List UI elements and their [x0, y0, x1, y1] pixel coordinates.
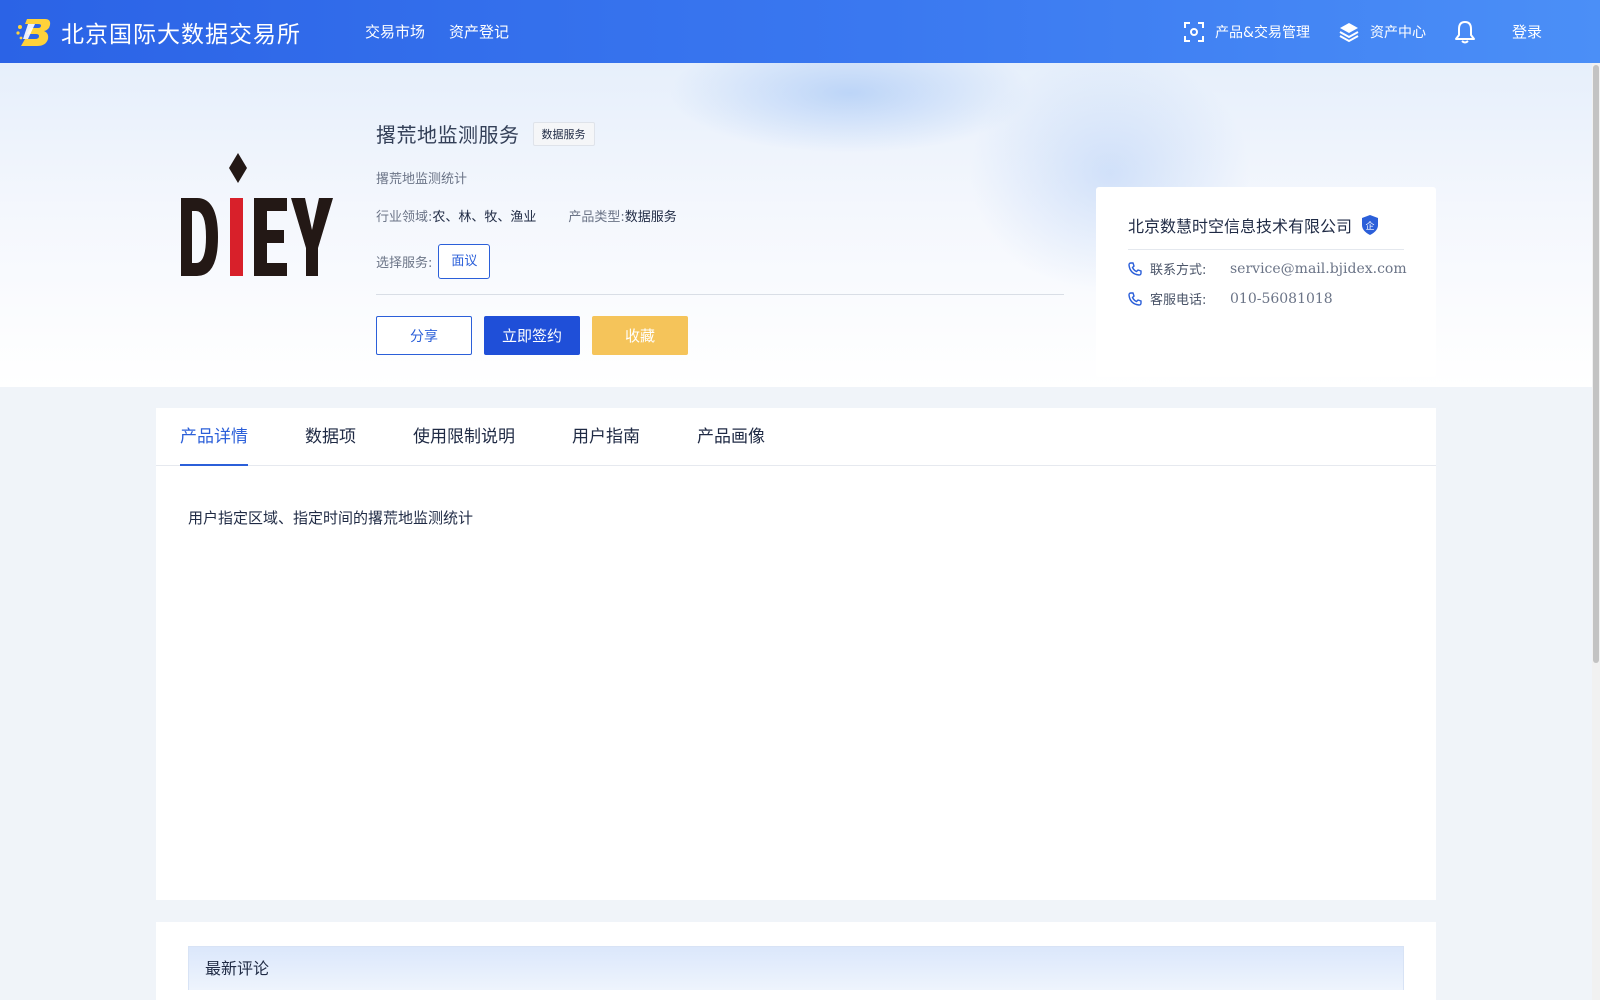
tab-product-details[interactable]: 产品详情 — [180, 408, 248, 466]
product-header: 撂荒地监测服务 数据服务 撂荒地监测统计 行业领域:农、林、牧、渔业 产品类型:… — [0, 63, 1600, 387]
service-label: 选择服务: — [376, 256, 433, 271]
contact-phone-row: 客服电话: 010-56081018 — [1128, 289, 1333, 308]
favorite-button[interactable]: 收藏 — [592, 316, 688, 355]
tab-user-guide[interactable]: 用户指南 — [572, 408, 640, 466]
asset-center-link[interactable]: 资产中心 — [1338, 21, 1426, 43]
phone-icon — [1128, 261, 1142, 276]
bell-icon — [1454, 20, 1475, 43]
scrollbar-thumb[interactable] — [1593, 65, 1599, 663]
industry-value: 农、林、牧、渔业 — [432, 210, 537, 225]
seller-card: 北京数慧时空信息技术有限公司 企 联系方式: service@mail.bjid… — [1096, 187, 1436, 377]
tab-usage-restrictions[interactable]: 使用限制说明 — [413, 408, 515, 466]
enterprise-badge-text: 企 — [1366, 220, 1375, 232]
product-title-row: 撂荒地监测服务 数据服务 — [376, 119, 1066, 148]
top-right-actions: 产品&交易管理 资产中心 登录 — [1183, 0, 1600, 63]
detail-tabs: 产品详情 数据项 使用限制说明 用户指南 产品画像 — [156, 408, 1436, 466]
product-title: 撂荒地监测服务 — [376, 123, 520, 147]
service-selector: 选择服务: 面议 — [376, 244, 1066, 279]
contact-label: 联系方式: — [1150, 263, 1207, 278]
product-logo — [181, 153, 333, 276]
product-trade-mgmt-label: 产品&交易管理 — [1215, 24, 1310, 41]
contact-email: service@mail.bjidex.com — [1230, 260, 1407, 277]
product-description: 用户指定区域、指定时间的撂荒地监测统计 — [188, 509, 474, 527]
product-type-label: 产品类型: — [568, 210, 625, 225]
top-navigation-bar: 北京国际大数据交易所 交易市场 资产登记 产品&交易管理 资产中心 登录 — [0, 0, 1600, 63]
comments-section: 最新评论 — [156, 922, 1436, 1000]
phone-label: 客服电话: — [1150, 293, 1207, 308]
product-trade-mgmt-link[interactable]: 产品&交易管理 — [1183, 21, 1310, 43]
product-type-field: 产品类型:数据服务 — [568, 206, 676, 225]
product-detail-panel: 产品详情 数据项 使用限制说明 用户指南 产品画像 用户指定区域、指定时间的撂荒… — [156, 408, 1436, 900]
service-option-negotiable[interactable]: 面议 — [438, 244, 491, 279]
nav-link-asset-registration[interactable]: 资产登记 — [449, 21, 509, 42]
login-link[interactable]: 登录 — [1512, 21, 1542, 42]
phone-number: 010-56081018 — [1230, 290, 1333, 307]
brand-name: 北京国际大数据交易所 — [61, 21, 301, 48]
enterprise-verified-icon: 企 — [1362, 215, 1379, 235]
tab-data-items[interactable]: 数据项 — [305, 408, 356, 466]
share-button[interactable]: 分享 — [376, 316, 472, 355]
divider — [376, 294, 1064, 295]
notification-button[interactable] — [1454, 20, 1476, 44]
layers-icon — [1339, 22, 1359, 42]
brand[interactable]: 北京国际大数据交易所 — [15, 0, 301, 63]
product-meta: 行业领域:农、林、牧、渔业 产品类型:数据服务 — [376, 206, 1066, 225]
asset-center-label: 资产中心 — [1369, 24, 1426, 41]
phone-icon — [1128, 291, 1142, 306]
product-subtitle: 撂荒地监测统计 — [376, 172, 468, 187]
seller-name[interactable]: 北京数慧时空信息技术有限公司 — [1128, 213, 1352, 237]
scan-focus-icon — [1184, 21, 1205, 42]
divider — [1128, 249, 1404, 250]
main-nav: 交易市场 资产登记 — [365, 21, 533, 42]
bjidex-logo-icon — [16, 18, 51, 46]
page-scrollbar[interactable] — [1592, 63, 1600, 1000]
nav-link-market[interactable]: 交易市场 — [365, 21, 425, 42]
industry-field: 行业领域:农、林、牧、渔业 — [376, 206, 536, 225]
seller-name-row: 北京数慧时空信息技术有限公司 企 — [1128, 213, 1379, 237]
product-actions: 分享 立即签约 收藏 — [376, 316, 700, 355]
comments-title: 最新评论 — [188, 946, 1404, 990]
sign-now-button[interactable]: 立即签约 — [484, 316, 580, 355]
product-type-tag: 数据服务 — [532, 121, 595, 146]
product-info: 撂荒地监测服务 数据服务 撂荒地监测统计 行业领域:农、林、牧、渔业 产品类型:… — [376, 119, 1066, 279]
tab-product-profile[interactable]: 产品画像 — [697, 408, 765, 466]
product-type-value: 数据服务 — [624, 210, 677, 225]
industry-label: 行业领域: — [376, 210, 433, 225]
contact-email-row: 联系方式: service@mail.bjidex.com — [1128, 259, 1407, 278]
